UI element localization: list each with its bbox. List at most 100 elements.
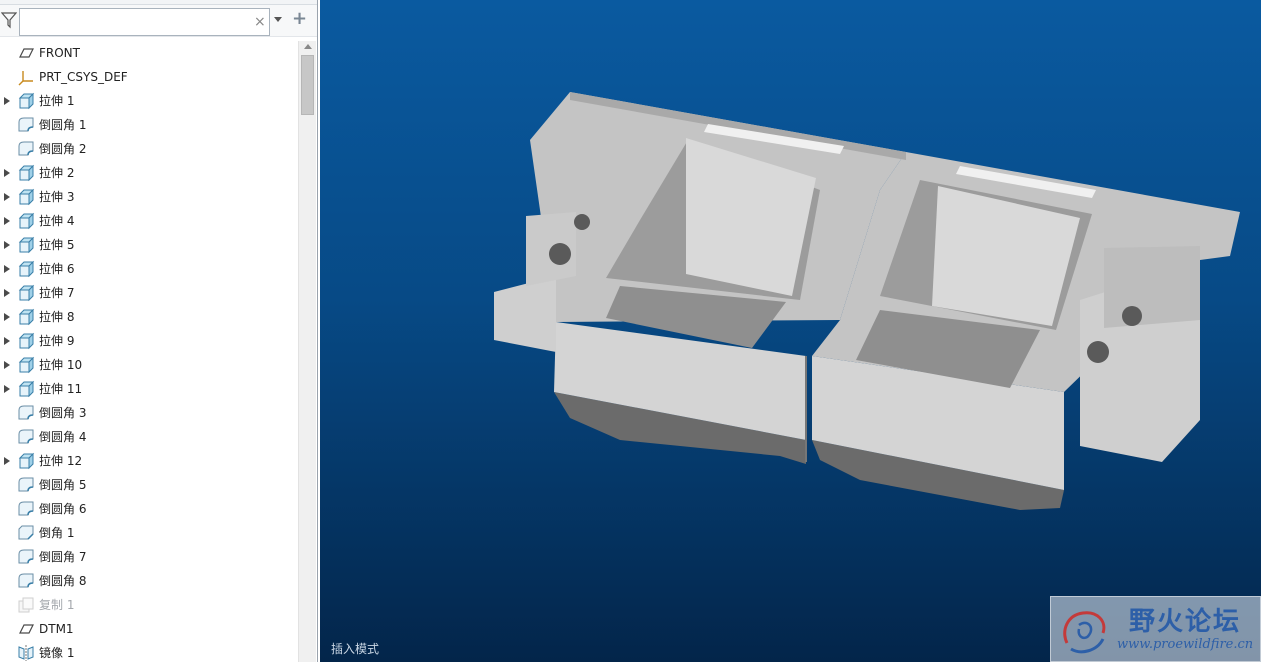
model-tree-panel: × + FRONT PRT_CSYS_DEF 拉伸 1 倒圆角 1 倒圆角 2 拉伸 2 拉… [0, 0, 318, 662]
tree-item[interactable]: DTM1 [0, 617, 298, 641]
round-icon [17, 116, 35, 134]
tree-item[interactable]: 拉伸 12 [0, 449, 298, 473]
extrude-icon [17, 284, 35, 302]
tree-item[interactable]: 拉伸 7 [0, 281, 298, 305]
tree-item[interactable]: 倒圆角 7 [0, 545, 298, 569]
tree-item-label: DTM1 [39, 622, 74, 636]
extrude-icon [17, 260, 35, 278]
tree-item[interactable]: 倒圆角 5 [0, 473, 298, 497]
tree-item-label: 倒圆角 8 [39, 574, 87, 588]
tree-item-label: 倒圆角 5 [39, 478, 87, 492]
right-end-tab [1104, 246, 1200, 328]
expand-arrow-icon[interactable] [4, 337, 10, 345]
add-icon[interactable]: + [292, 9, 307, 29]
graphics-viewport[interactable]: 插入模式 野火论坛 www.proewildfire.cn [320, 0, 1261, 662]
csys-icon [17, 68, 35, 86]
tree-item-label: 倒角 1 [39, 526, 75, 540]
forum-url: www.proewildfire.cn [1117, 637, 1254, 652]
datum-plane-icon [17, 44, 35, 62]
tree-item-label: 复制 1 [39, 598, 75, 612]
clear-icon[interactable]: × [254, 15, 266, 29]
scroll-up-arrow-icon[interactable] [304, 44, 312, 49]
tree-item[interactable]: 拉伸 1 [0, 89, 298, 113]
mirror-icon [17, 644, 35, 662]
tree-item-label: 拉伸 10 [39, 358, 83, 372]
forum-title: 野火论坛 [1129, 607, 1242, 637]
right-bolt-hole [1087, 341, 1109, 363]
right-bolt-hole-upper [1122, 306, 1142, 326]
expand-arrow-icon[interactable] [4, 289, 10, 297]
tree-item-label: PRT_CSYS_DEF [39, 70, 128, 84]
tree-item[interactable]: 拉伸 8 [0, 305, 298, 329]
tree-item[interactable]: FRONT [0, 41, 298, 65]
tree-item-label: 拉伸 8 [39, 310, 75, 324]
extrude-icon [17, 332, 35, 350]
expand-arrow-icon[interactable] [4, 385, 10, 393]
expand-arrow-icon[interactable] [4, 265, 10, 273]
tree-item[interactable]: PRT_CSYS_DEF [0, 65, 298, 89]
tree-item[interactable]: 倒圆角 2 [0, 137, 298, 161]
left-bolt-hole [549, 243, 571, 265]
extrude-icon [17, 188, 35, 206]
insert-mode-label: 插入模式 [331, 642, 380, 656]
tree-item[interactable]: 倒圆角 6 [0, 497, 298, 521]
tree-item[interactable]: 拉伸 6 [0, 257, 298, 281]
extrude-icon [17, 212, 35, 230]
part-model-3d[interactable] [320, 0, 1261, 662]
search-input[interactable] [19, 8, 270, 36]
tree-item[interactable]: 拉伸 5 [0, 233, 298, 257]
tree-item[interactable]: 拉伸 4 [0, 209, 298, 233]
copy-icon [17, 596, 35, 614]
tree-item[interactable]: 拉伸 10 [0, 353, 298, 377]
tree-item-label: 拉伸 6 [39, 262, 75, 276]
forum-logo-icon [1063, 611, 1106, 654]
model-tree-list: FRONT PRT_CSYS_DEF 拉伸 1 倒圆角 1 倒圆角 2 拉伸 2 拉伸 3 拉… [0, 41, 298, 662]
tree-item[interactable]: 倒圆角 3 [0, 401, 298, 425]
tree-item[interactable]: 倒圆角 8 [0, 569, 298, 593]
left-end-block [494, 276, 556, 352]
extrude-icon [17, 308, 35, 326]
left-bolt-hole-upper [574, 214, 590, 230]
tree-item[interactable]: 倒圆角 4 [0, 425, 298, 449]
expand-arrow-icon[interactable] [4, 241, 10, 249]
extrude-icon [17, 452, 35, 470]
expand-arrow-icon[interactable] [4, 361, 10, 369]
tree-item-label: 拉伸 4 [39, 214, 75, 228]
expand-arrow-icon[interactable] [4, 217, 10, 225]
tree-item[interactable]: 倒角 1 [0, 521, 298, 545]
tree-item-label: 倒圆角 1 [39, 118, 87, 132]
expand-arrow-icon[interactable] [4, 193, 10, 201]
round-icon [17, 572, 35, 590]
extrude-icon [17, 236, 35, 254]
tree-item-label: 拉伸 5 [39, 238, 75, 252]
tree-item-label: 拉伸 3 [39, 190, 75, 204]
expand-arrow-icon[interactable] [4, 97, 10, 105]
expand-arrow-icon[interactable] [4, 313, 10, 321]
forum-watermark: 野火论坛 www.proewildfire.cn [1050, 596, 1261, 662]
tree-item-label: 拉伸 12 [39, 454, 83, 468]
filter-toolbar: × + [0, 5, 317, 37]
tree-item[interactable]: 拉伸 9 [0, 329, 298, 353]
filter-icon[interactable] [1, 11, 17, 29]
tree-item-label: 倒圆角 7 [39, 550, 87, 564]
tree-item[interactable]: 倒圆角 1 [0, 113, 298, 137]
tree-item[interactable]: 拉伸 2 [0, 161, 298, 185]
tree-item[interactable]: 镜像 1 [0, 641, 298, 662]
tree-item-label: 拉伸 2 [39, 166, 75, 180]
expand-arrow-icon[interactable] [4, 457, 10, 465]
round-icon [17, 548, 35, 566]
scroll-thumb[interactable] [301, 55, 314, 115]
tree-item-label: 倒圆角 4 [39, 430, 87, 444]
round-icon [17, 404, 35, 422]
chevron-down-icon[interactable] [274, 17, 282, 22]
tree-scrollbar[interactable] [298, 41, 316, 662]
tree-item[interactable]: 复制 1 [0, 593, 298, 617]
extrude-icon [17, 380, 35, 398]
tree-item-label: FRONT [39, 46, 80, 60]
tree-item-label: 倒圆角 2 [39, 142, 87, 156]
expand-arrow-icon[interactable] [4, 169, 10, 177]
tree-item[interactable]: 拉伸 3 [0, 185, 298, 209]
tree-item-label: 拉伸 11 [39, 382, 83, 396]
tree-item[interactable]: 拉伸 11 [0, 377, 298, 401]
tree-item-label: 拉伸 7 [39, 286, 75, 300]
